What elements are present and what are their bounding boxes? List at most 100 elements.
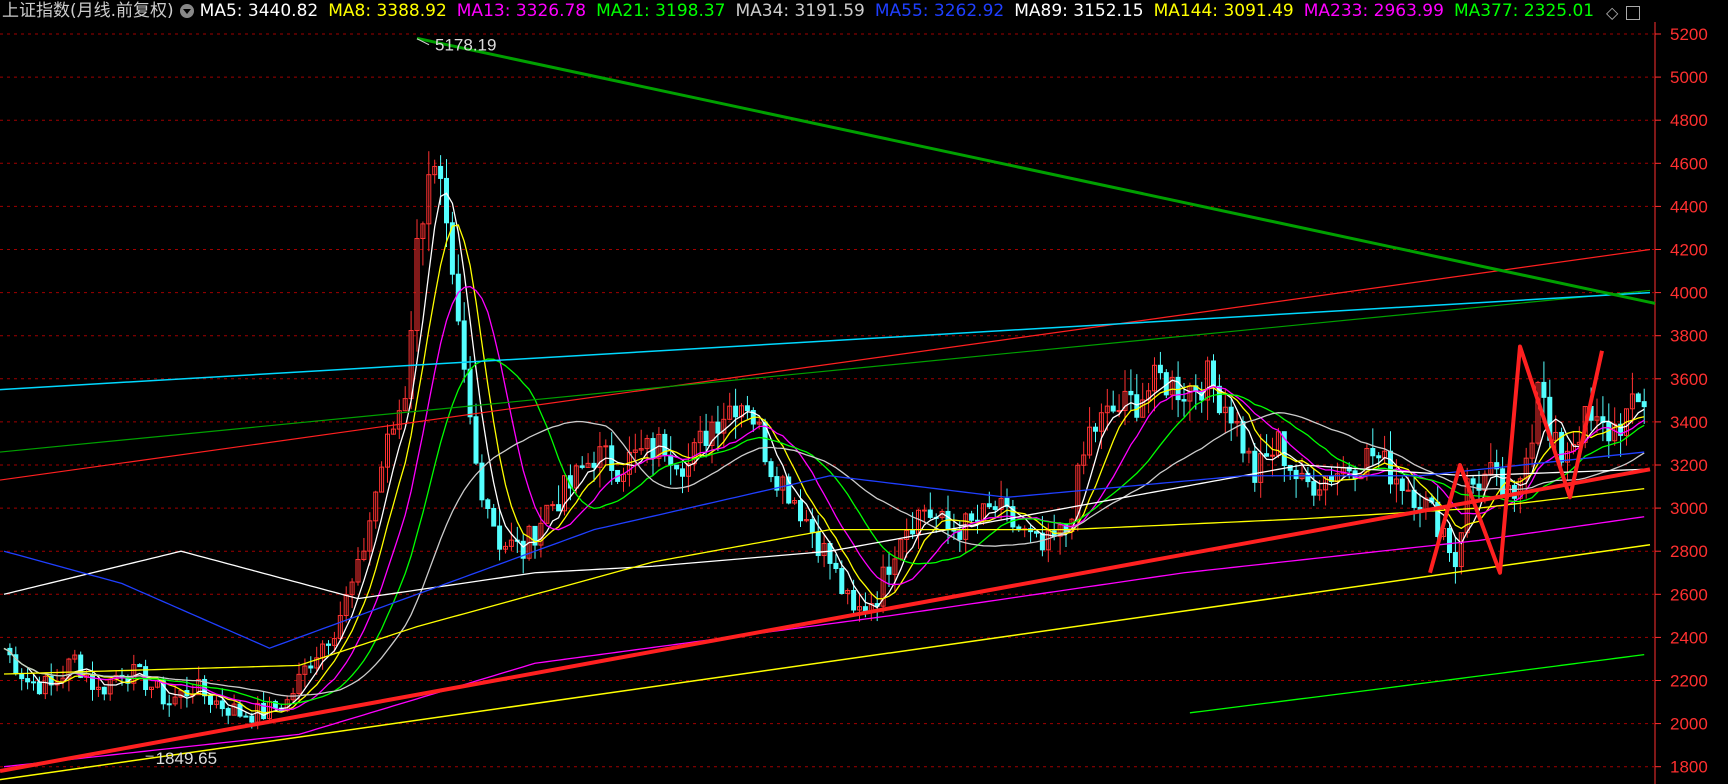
candle [1157,364,1163,374]
candle [744,405,750,412]
candle [473,416,479,464]
y-tick-label: 3000 [1670,499,1708,518]
candle [467,368,473,418]
y-tick-label: 4600 [1670,154,1708,173]
ma5-line [3,192,1645,716]
candle [1211,360,1216,387]
candle [1264,453,1270,457]
trendline-green-down [416,36,1656,305]
candle [579,465,585,468]
candle [225,708,231,716]
candle [1447,527,1452,554]
y-tick-label: 5200 [1670,25,1708,44]
candle [455,273,461,322]
candle [1252,450,1258,483]
candle [1270,454,1275,457]
candle [839,568,845,595]
candle [957,530,963,540]
candle [438,165,444,179]
candle [326,643,331,646]
candle [733,405,739,418]
candle [31,681,36,684]
candle [208,695,213,705]
candle [591,462,597,468]
candle [1293,469,1299,480]
candle [921,509,927,512]
candle [851,590,857,611]
candle [1641,401,1647,408]
candle [1175,376,1181,401]
candle [550,504,556,507]
candle [1376,455,1382,459]
high-label: 5178.19 [435,36,496,55]
candle [798,500,803,522]
candle [668,454,674,466]
candle [1110,405,1116,412]
candle [1181,399,1187,402]
candle [166,703,172,706]
candle [1635,393,1641,403]
y-tick-label: 3400 [1670,413,1708,432]
candle [833,562,839,570]
line-ma377 [1189,653,1645,714]
candle [886,566,892,575]
candle [1311,481,1317,496]
candle [703,430,709,446]
line-ma89 [3,464,1645,600]
candle [1470,478,1476,485]
ma13-line [3,285,1645,711]
y-tick-label: 3800 [1670,327,1708,346]
candle [1388,450,1393,485]
candle [497,525,503,550]
candle [674,464,680,470]
candle [25,678,31,683]
candle [715,421,721,434]
candle [243,715,249,718]
price-chart: 1800 2000 2200 2400 2600 2800 3000 3200 3400 3600… [0,22,1708,784]
candle [603,445,609,448]
candle [1228,406,1234,424]
ma21-line [3,358,1645,705]
y-tick-label: 4400 [1670,197,1708,216]
y-tick-label: 2200 [1670,672,1708,691]
candle [19,673,25,680]
candle [556,504,562,512]
candle [827,542,833,564]
candle [137,664,143,668]
y-tick-label: 2800 [1670,542,1708,561]
candle [444,177,449,224]
candle [491,507,497,527]
candle [1134,394,1140,418]
candle [969,513,975,521]
y-tick-label: 5000 [1670,68,1708,87]
candle [1452,552,1458,568]
low-label: 1849.65 [156,749,217,768]
candle [680,468,685,477]
trendline-green-upper [0,289,1651,453]
candle [1500,468,1506,497]
candle [1405,489,1411,492]
candle [101,686,107,695]
y-tick-label: 3200 [1670,456,1708,475]
trendline-yellow [0,543,1651,781]
candle [36,681,42,695]
candle [1370,447,1376,457]
candle [1411,489,1417,508]
candle [485,499,491,509]
trendline-red-upper [0,248,1651,481]
candle [308,665,314,669]
candle [1541,381,1547,398]
candle [992,506,998,510]
candle [1093,426,1098,432]
candle [219,700,225,710]
y-tick-label: 4200 [1670,241,1708,260]
candle [809,519,815,533]
candle [249,715,255,723]
candle [986,503,992,508]
y-tick-label: 3600 [1670,370,1708,389]
candle [1399,478,1405,491]
y-tick-label: 4800 [1670,111,1708,130]
candle [1128,390,1134,396]
trendline-support [0,467,1651,773]
y-tick-label: 4000 [1670,284,1708,303]
